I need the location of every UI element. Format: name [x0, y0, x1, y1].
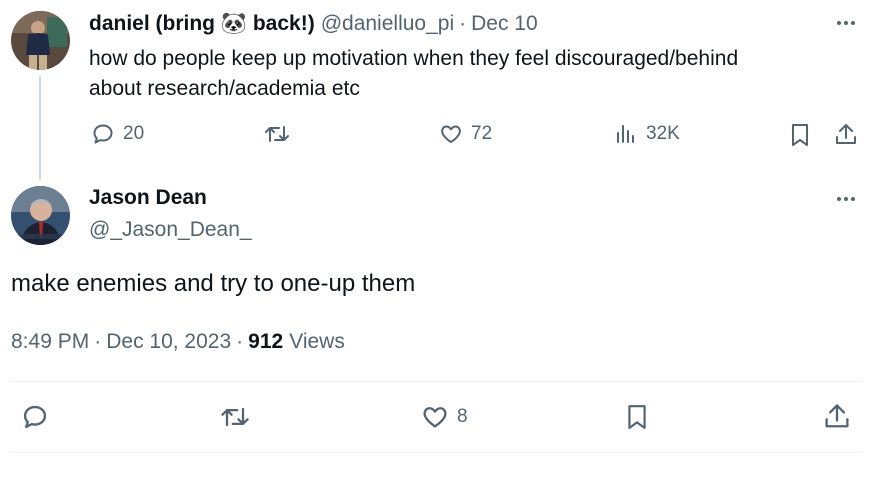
retweet-icon — [263, 122, 291, 146]
parent-reply-count: 20 — [123, 123, 145, 144]
meta-separator-2: · — [236, 330, 244, 353]
main-date[interactable]: Dec 10, 2023 — [106, 330, 231, 354]
main-meta: 8:49 PM · Dec 10, 2023 · 912 Views — [11, 330, 345, 354]
parent-more-icon[interactable] — [837, 21, 855, 25]
header-separator: · — [459, 12, 467, 35]
parent-views-button[interactable]: 32K — [614, 122, 680, 146]
main-views-count: 912 — [248, 330, 284, 353]
panda-emoji: 🐼 — [220, 12, 247, 35]
parent-views-count: 32K — [646, 123, 680, 144]
main-time[interactable]: 8:49 PM — [11, 330, 89, 354]
main-bookmark-button[interactable] — [624, 402, 650, 432]
heart-icon — [439, 122, 463, 146]
main-retweet-button[interactable] — [219, 403, 251, 431]
thread-connector-line — [39, 76, 41, 180]
bookmark-icon — [788, 122, 812, 148]
divider-top — [10, 381, 862, 382]
reply-icon — [91, 122, 115, 146]
parent-like-button[interactable]: 72 — [439, 122, 492, 146]
analytics-icon — [614, 122, 638, 146]
parent-bookmark-button[interactable] — [788, 122, 812, 148]
main-tweet-text: make enemies and try to one-up them — [11, 270, 416, 297]
parent-retweet-button[interactable] — [263, 122, 299, 146]
main-like-button[interactable]: 8 — [421, 403, 468, 431]
heart-icon — [421, 403, 449, 431]
parent-tweet-text: how do people keep up motivation when th… — [89, 44, 849, 104]
main-display-name[interactable]: Jason Dean — [89, 186, 207, 210]
share-icon — [834, 122, 858, 148]
parent-display-name[interactable]: daniel (bring 🐼 back!) — [89, 12, 315, 36]
retweet-icon — [219, 403, 251, 431]
main-reply-button[interactable] — [21, 403, 49, 431]
parent-avatar[interactable] — [11, 11, 70, 70]
main-like-count: 8 — [457, 406, 468, 427]
parent-handle[interactable]: @danielluo_pi — [321, 12, 454, 36]
parent-reply-button[interactable]: 20 — [91, 122, 144, 146]
main-views-label: Views — [289, 330, 345, 353]
main-handle[interactable]: @_Jason_Dean_ — [89, 218, 252, 242]
reply-icon — [21, 403, 49, 431]
parent-share-button[interactable] — [834, 122, 858, 148]
parent-header: daniel (bring 🐼 back!) @danielluo_pi · D… — [89, 10, 538, 38]
parent-text-line-1: how do people keep up motivation when th… — [89, 47, 739, 70]
main-share-button[interactable] — [823, 402, 851, 432]
main-more-icon[interactable] — [837, 197, 855, 201]
meta-separator-1: · — [94, 330, 102, 353]
share-icon — [823, 402, 851, 432]
parent-date[interactable]: Dec 10 — [471, 12, 538, 36]
main-avatar[interactable] — [11, 186, 70, 245]
bookmark-icon — [624, 402, 650, 432]
divider-bottom — [10, 452, 862, 453]
parent-text-line-2: about research/academia etc — [89, 77, 360, 100]
parent-like-count: 72 — [471, 123, 493, 144]
